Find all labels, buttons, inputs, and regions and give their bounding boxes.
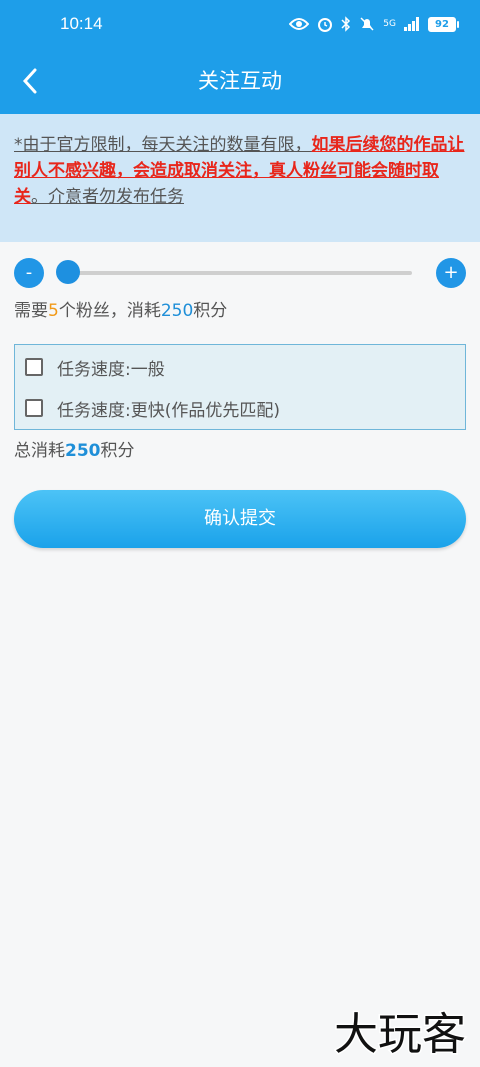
slider-track[interactable] xyxy=(66,271,412,275)
quantity-slider-row: - + xyxy=(14,258,466,288)
total-suffix: 积分 xyxy=(100,441,135,461)
need-suffix: 积分 xyxy=(193,301,228,321)
speed-fast-option[interactable]: 任务速度:更快(作品优先匹配) xyxy=(25,393,280,423)
cost-points: 250 xyxy=(160,301,194,321)
page-title: 关注互动 xyxy=(198,69,282,93)
speed-normal-checkbox[interactable] xyxy=(25,358,43,376)
total-prefix: 总消耗 xyxy=(14,441,65,461)
bluetooth-icon xyxy=(341,16,351,32)
network-label: 5G xyxy=(383,19,396,29)
fans-count: 5 xyxy=(48,301,59,321)
speed-normal-option[interactable]: 任务速度:一般 xyxy=(25,352,165,382)
requirement-text: 需要5个粉丝，消耗250积分 xyxy=(14,298,227,324)
submit-button[interactable]: 确认提交 xyxy=(14,490,466,548)
speed-options-box: 任务速度:一般 任务速度:更快(作品优先匹配) xyxy=(14,344,466,430)
total-cost-text: 总消耗250积分 xyxy=(14,438,135,464)
speed-fast-checkbox[interactable] xyxy=(25,399,43,417)
decrease-button[interactable]: - xyxy=(14,258,44,288)
increase-button[interactable]: + xyxy=(436,258,466,288)
slider-thumb[interactable] xyxy=(56,260,80,284)
status-icons: 5G 92 xyxy=(289,16,459,32)
speed-fast-label: 任务速度:更快(作品优先匹配) xyxy=(57,400,280,421)
battery-icon: 92 xyxy=(428,16,459,32)
notice-banner: *由于官方限制，每天关注的数量有限，如果后续您的作品让别人不感兴趣，会造成取消关… xyxy=(0,114,480,242)
notice-prefix: *由于官方限制，每天关注的数量有限， xyxy=(14,135,312,155)
need-middle: 个粉丝，消耗 xyxy=(58,301,161,321)
notice-suffix: 。介意者勿发布任务 xyxy=(31,187,184,207)
nav-bar: 关注互动 xyxy=(0,48,480,114)
mute-bell-icon xyxy=(360,17,374,31)
alarm-icon xyxy=(318,18,333,32)
need-prefix: 需要 xyxy=(14,301,48,321)
watermark-text: 大玩客 xyxy=(334,1009,466,1059)
eye-icon xyxy=(289,18,310,30)
signal-icon xyxy=(404,17,419,31)
status-time: 10:14 xyxy=(60,14,103,33)
watermark-icon: 大玩客 xyxy=(333,1008,468,1062)
status-bar: 10:14 5G 92 xyxy=(0,0,480,48)
total-points: 250 xyxy=(65,441,101,461)
watermark-logo: 大玩客 xyxy=(333,1003,474,1063)
speed-normal-label: 任务速度:一般 xyxy=(57,359,165,380)
